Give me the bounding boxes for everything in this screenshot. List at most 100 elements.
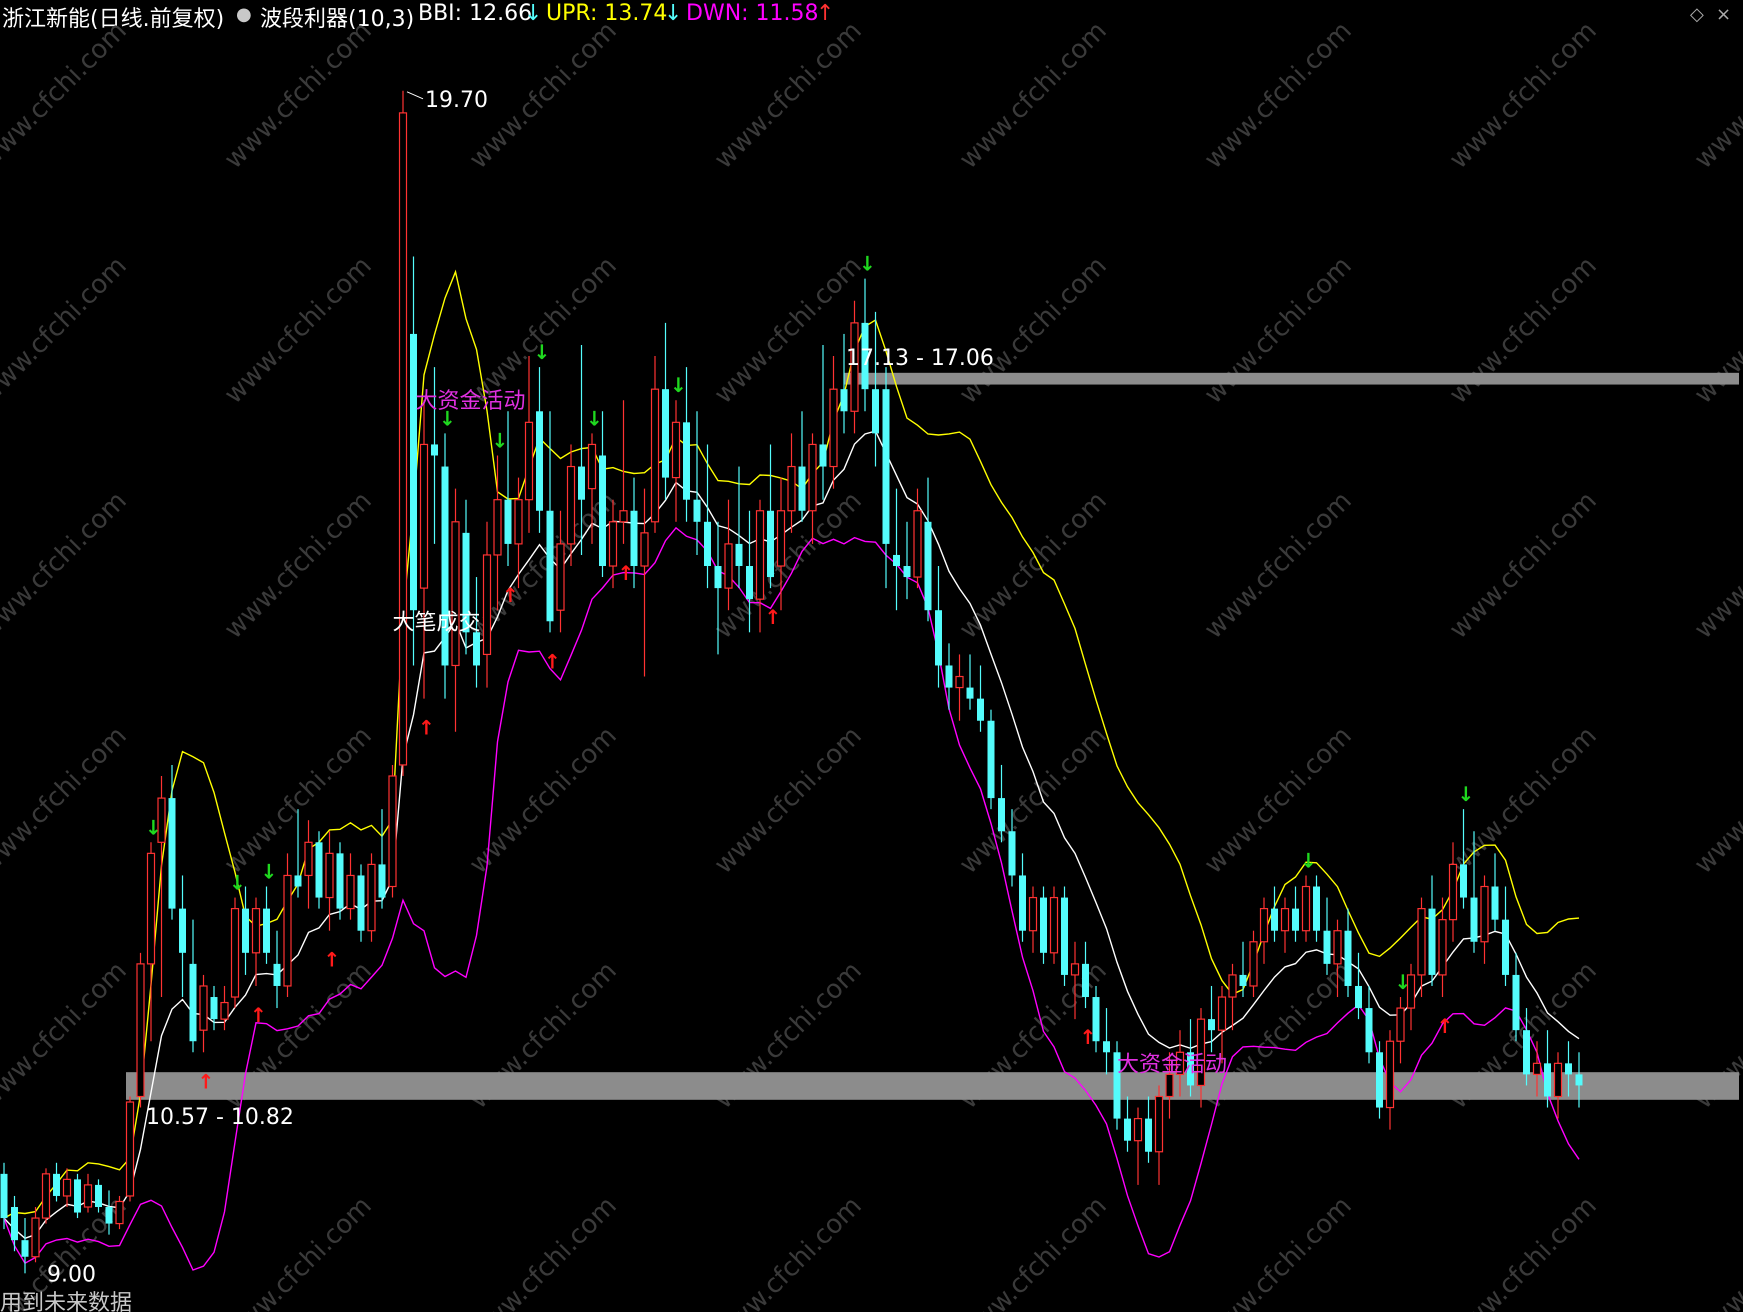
candle-body [125, 1101, 135, 1197]
buy-arrow-icon: ↑ [1437, 1014, 1454, 1038]
candle-body [473, 632, 480, 666]
candle [987, 709, 995, 810]
buy-arrow-icon: ↑ [544, 649, 561, 673]
min-price-label: 9.00 [47, 1262, 96, 1287]
candle [767, 444, 774, 589]
candle [1103, 1008, 1110, 1075]
candle-body [0, 1173, 8, 1219]
candle [168, 764, 176, 920]
candle [704, 444, 711, 589]
big-money-label: 大资金活动 [1117, 1052, 1227, 1077]
candle-body [1008, 831, 1016, 876]
candle-body [1344, 930, 1352, 986]
candle-body [1217, 996, 1227, 1031]
watermark-text: www.cfchi.com [954, 251, 1113, 410]
watermark-text: www.cfchi.com [219, 16, 378, 175]
candle-body [1271, 908, 1278, 931]
candle [1502, 886, 1509, 986]
candle-body [599, 455, 606, 567]
candle-body [1028, 896, 1038, 932]
candle-body [1385, 1040, 1395, 1109]
candle-body [1428, 908, 1436, 975]
candle-body [1208, 1019, 1215, 1031]
candle-body [31, 1217, 40, 1258]
candle-body [1438, 919, 1447, 976]
candle-body [168, 798, 176, 909]
candle-body [482, 554, 492, 656]
candle-body [1049, 896, 1059, 954]
watermark-text: www.cfchi.com [1689, 1191, 1743, 1312]
watermark-text: www.cfchi.com [709, 16, 868, 175]
candle-body [1292, 908, 1299, 931]
candle [1292, 886, 1299, 942]
watermark-text: www.cfchi.com [464, 251, 623, 410]
candle-body [840, 389, 848, 412]
candle [671, 400, 681, 522]
candle [1365, 985, 1373, 1064]
candle [378, 809, 386, 909]
candle [1301, 875, 1311, 942]
candle-body [273, 963, 281, 986]
candle [53, 1162, 60, 1202]
candle-body [504, 499, 512, 544]
candle-body [1154, 1095, 1164, 1153]
candle-body [179, 908, 186, 953]
sell-arrow-icon: ↓ [1458, 782, 1475, 806]
watermark-text: www.cfchi.com [464, 1191, 623, 1312]
sell-arrow-icon: ↓ [859, 252, 876, 276]
candle [650, 356, 660, 533]
candle [136, 952, 145, 1108]
candle-body [662, 389, 669, 478]
candle [367, 853, 376, 942]
candle-body [536, 411, 543, 511]
candle [693, 411, 701, 555]
candle-body [451, 521, 460, 667]
candle-body [987, 720, 995, 799]
watermark-text: www.cfchi.com [1689, 16, 1743, 175]
candle-body [304, 841, 313, 877]
candle [1028, 886, 1038, 953]
candle [273, 930, 281, 1009]
candle [1396, 997, 1405, 1064]
candle-body [242, 908, 249, 953]
candle-body [924, 521, 932, 611]
candle-body [53, 1173, 60, 1196]
watermark-text: www.cfchi.com [219, 1191, 378, 1312]
watermark-text: www.cfchi.com [1199, 1191, 1358, 1312]
sell-arrow-icon: ↓ [670, 373, 687, 397]
candle-body [1448, 863, 1458, 921]
candle [1040, 886, 1047, 964]
candle [1376, 1041, 1383, 1119]
candle [325, 831, 334, 931]
candle-body [136, 963, 145, 1098]
candle [21, 1218, 29, 1274]
watermark-text: www.cfchi.com [1689, 251, 1743, 410]
support-zone-label: 10.57 - 10.82 [146, 1105, 294, 1130]
candle [1428, 875, 1436, 986]
candle-body [62, 1178, 72, 1197]
candle [11, 1195, 18, 1252]
candle-body [74, 1179, 81, 1213]
candle [829, 356, 838, 489]
candle [0, 1162, 8, 1230]
candle [893, 488, 900, 611]
candle-body [115, 1200, 124, 1225]
candle-body [735, 543, 743, 567]
candle-body [441, 466, 449, 666]
resistance-zone [844, 372, 1739, 385]
candle [546, 411, 554, 633]
candle [1228, 963, 1237, 1031]
candle [524, 356, 534, 533]
max-price-pointer [406, 91, 424, 100]
candle-body [671, 421, 681, 479]
candle-body [199, 985, 208, 1031]
candle-body [357, 875, 365, 931]
candle [924, 477, 932, 622]
candle-body [1512, 974, 1520, 1031]
candle [1154, 1085, 1164, 1185]
candle-body [95, 1184, 102, 1208]
candle-body [1396, 1007, 1405, 1042]
candle-body [1313, 886, 1320, 931]
watermark-text: www.cfchi.com [1444, 1191, 1603, 1312]
candle-body [693, 499, 701, 522]
